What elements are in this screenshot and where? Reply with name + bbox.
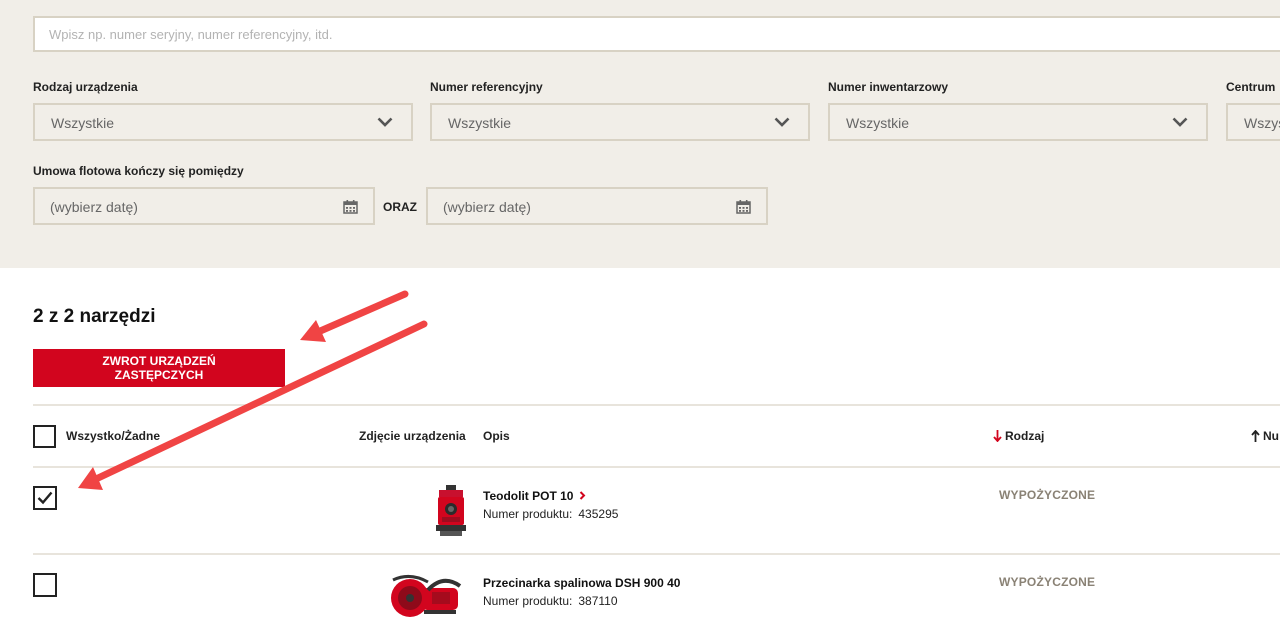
select-all-label: Wszystko/Żadne bbox=[66, 429, 161, 443]
type-column-header[interactable]: Rodzaj bbox=[993, 429, 1044, 443]
date-from-placeholder: (wybierz datę) bbox=[50, 199, 138, 215]
inventory-number-select[interactable]: Wszystkie bbox=[828, 103, 1208, 141]
product-link[interactable]: Przecinarka spalinowa DSH 900 40 bbox=[483, 576, 680, 590]
row-checkbox[interactable] bbox=[33, 573, 57, 597]
inventory-number-value: Wszystkie bbox=[846, 115, 909, 131]
table-top-divider bbox=[33, 404, 1280, 406]
reference-number-label: Numer referencyjny bbox=[430, 80, 543, 94]
sort-down-icon[interactable] bbox=[993, 430, 1002, 442]
status-badge: WYPOŻYCZONE bbox=[999, 488, 1096, 502]
center-value: Wszys bbox=[1244, 115, 1280, 131]
chevron-right-icon[interactable] bbox=[579, 491, 586, 500]
checkmark-icon bbox=[37, 491, 53, 505]
calendar-icon[interactable] bbox=[736, 200, 751, 214]
date-to-input[interactable]: (wybierz datę) bbox=[426, 187, 768, 225]
return-button-line1: ZWROT URZĄDZEŃ bbox=[102, 354, 216, 368]
fleet-contract-label: Umowa flotowa kończy się pomiędzy bbox=[33, 164, 244, 178]
product-number: Numer produktu: 435295 bbox=[483, 507, 618, 521]
and-label: ORAZ bbox=[383, 200, 417, 214]
description-column-header: Opis bbox=[483, 429, 510, 443]
date-to-placeholder: (wybierz datę) bbox=[443, 199, 531, 215]
select-all-checkbox[interactable] bbox=[33, 425, 56, 448]
photo-column-header: Zdjęcie urządzenia bbox=[359, 429, 466, 443]
status-badge: WYPOŻYCZONE bbox=[999, 575, 1096, 589]
number-column-header[interactable]: Nu bbox=[1251, 429, 1279, 443]
inventory-number-label: Numer inwentarzowy bbox=[828, 80, 949, 94]
theodolite-image[interactable] bbox=[434, 485, 468, 537]
reference-number-select[interactable]: Wszystkie bbox=[430, 103, 810, 141]
return-button-line2: ZASTĘPCZYCH bbox=[114, 368, 204, 382]
results-count: 2 z 2 narzędzi bbox=[33, 306, 156, 327]
product-number-value: 387110 bbox=[578, 594, 618, 608]
chevron-down-icon bbox=[774, 117, 790, 127]
date-from-input[interactable]: (wybierz datę) bbox=[33, 187, 375, 225]
product-number-label: Numer produktu: bbox=[483, 507, 573, 521]
row-checkbox[interactable] bbox=[33, 486, 57, 510]
device-type-label: Rodzaj urządzenia bbox=[33, 80, 138, 94]
number-header-label: Nu bbox=[1263, 429, 1279, 443]
sort-up-icon[interactable] bbox=[1251, 430, 1260, 442]
return-replacement-devices-button[interactable]: ZWROT URZĄDZEŃ ZASTĘPCZYCH bbox=[33, 349, 285, 387]
product-name[interactable]: Przecinarka spalinowa DSH 900 40 bbox=[483, 576, 680, 590]
chevron-down-icon bbox=[1172, 117, 1188, 127]
product-number-label: Numer produktu: bbox=[483, 594, 573, 608]
product-link[interactable]: Teodolit POT 10 bbox=[483, 489, 586, 503]
device-type-select[interactable]: Wszystkie bbox=[33, 103, 413, 141]
type-header-label: Rodzaj bbox=[1005, 429, 1045, 443]
cut-off-saw-image[interactable] bbox=[388, 570, 468, 622]
reference-number-value: Wszystkie bbox=[448, 115, 511, 131]
annotation-arrow bbox=[300, 290, 409, 342]
chevron-down-icon bbox=[377, 117, 393, 127]
product-name[interactable]: Teodolit POT 10 bbox=[483, 489, 573, 503]
header-divider bbox=[33, 466, 1280, 468]
center-label: Centrum bbox=[1226, 80, 1276, 94]
product-number: Numer produktu: 387110 bbox=[483, 594, 618, 608]
calendar-icon[interactable] bbox=[343, 200, 358, 214]
device-type-value: Wszystkie bbox=[51, 115, 114, 131]
product-number-value: 435295 bbox=[578, 507, 619, 521]
row-divider bbox=[33, 553, 1280, 555]
center-select[interactable]: Wszys bbox=[1226, 103, 1280, 141]
search-input[interactable] bbox=[33, 16, 1280, 52]
filter-panel: Rodzaj urządzenia Wszystkie Numer refere… bbox=[0, 0, 1280, 268]
